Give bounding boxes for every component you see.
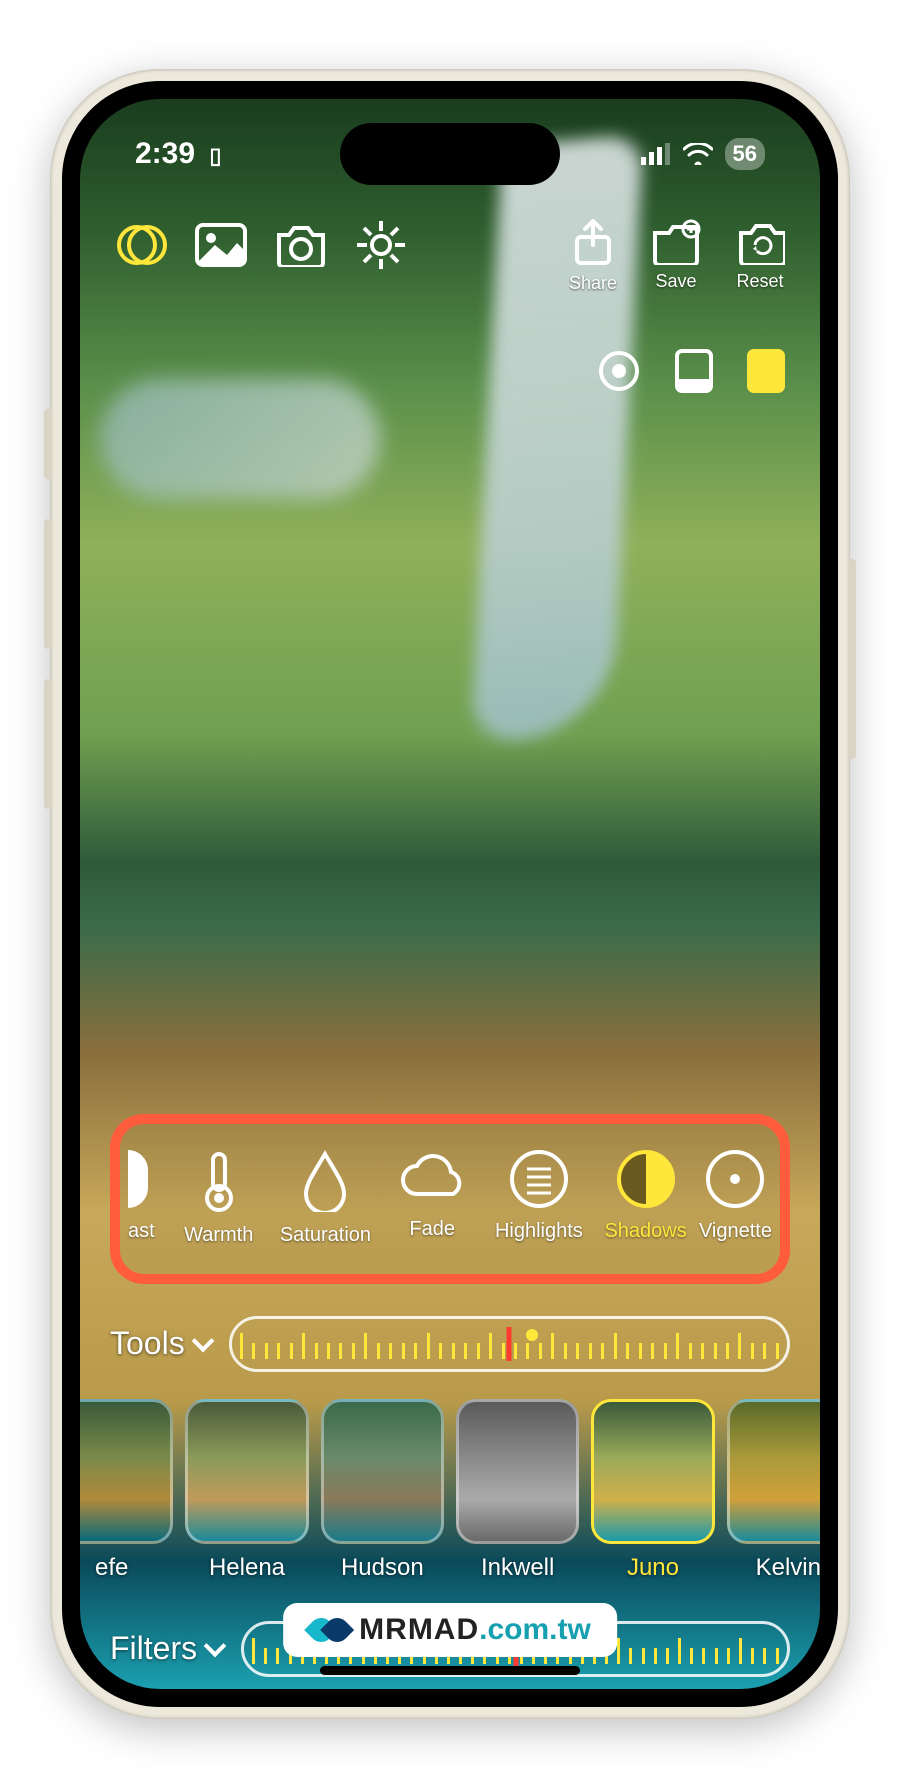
filter-label: Kelvin [756,1554,820,1582]
filter-thumb [80,1399,173,1544]
warmth-label: Warmth [184,1224,253,1247]
save-button[interactable]: Save [651,219,701,294]
adjust-contrast[interactable]: ast [128,1150,165,1247]
contrast-icon [128,1150,148,1208]
phone-frame: 2:39 ▯ 56 [50,69,850,1719]
filter-label: Juno [627,1554,679,1582]
shadows-label: Shadows [604,1220,686,1243]
share-button[interactable]: Share [569,219,617,294]
cloud-icon [397,1150,467,1206]
chevron-down-icon [191,1329,214,1352]
filter-helena[interactable]: Helena [185,1399,308,1599]
top-toolbar-left [115,219,407,271]
tools-label-text: Tools [110,1325,185,1362]
vignette-label: Vignette [699,1220,772,1243]
fade-label: Fade [409,1218,455,1241]
watermark-logo-icon [309,1616,349,1644]
wifi-icon [683,143,713,165]
camera-icon[interactable] [275,223,327,267]
filter-thumb [727,1399,820,1544]
save-label: Save [655,271,696,292]
watermark-suffix: .com.tw [479,1613,591,1646]
privacy-indicator-icon: ▯ [209,143,221,168]
adjust-shadows[interactable]: Shadows [592,1150,699,1247]
status-bar: 2:39 ▯ 56 [80,129,820,179]
adjust-saturation[interactable]: Saturation [272,1150,379,1247]
vignette-icon [706,1150,764,1208]
highlights-icon [510,1150,568,1208]
adjust-fade[interactable]: Fade [379,1150,486,1247]
filter-thumb [456,1399,579,1544]
filter-kelvin[interactable]: Kelvin [727,1399,820,1599]
filter-label: Helena [209,1554,285,1582]
filter-thumb [185,1399,308,1544]
filter-hefe[interactable]: efe [80,1399,173,1599]
filter-label: efe [95,1554,128,1582]
cellular-icon [641,143,671,165]
tools-dropdown[interactable]: Tools [110,1325,211,1362]
filter-inkwell[interactable]: Inkwell [456,1399,579,1599]
view-mode-row [597,349,785,393]
phone-volume-up [44,519,52,649]
watermark-badge: MRMAD.com.tw [283,1603,617,1657]
saturation-label: Saturation [280,1224,371,1247]
thermometer-icon [199,1150,239,1212]
adjust-highlights[interactable]: Highlights [486,1150,593,1247]
shadows-icon [617,1150,675,1208]
highlights-label: Highlights [495,1220,583,1243]
filters-label-text: Filters [110,1630,197,1667]
adjustment-slider[interactable] [229,1316,790,1372]
droplet-icon [300,1150,350,1212]
clock-text: 2:39 [135,137,195,170]
reset-button[interactable]: Reset [735,219,785,294]
adjustments-row[interactable]: ast Warmth Saturation [120,1150,780,1247]
top-toolbar-right: Share Save Reset [569,219,785,294]
reset-label: Reset [736,271,783,292]
split-view-icon[interactable] [675,349,713,393]
share-label: Share [569,273,617,294]
slider-center-mark [507,1327,512,1361]
slider-value-dot [526,1329,538,1341]
filter-juno[interactable]: Juno [591,1399,714,1599]
gallery-icon[interactable] [195,223,247,267]
filter-thumbnails[interactable]: efe Helena Hudson Inkwell Juno [80,1399,820,1599]
filter-hudson[interactable]: Hudson [321,1399,444,1599]
filter-label: Hudson [341,1554,424,1582]
phone-bezel: 2:39 ▯ 56 [62,81,838,1707]
app-logo-icon[interactable] [115,219,167,271]
adjustments-row-highlight: ast Warmth Saturation [110,1114,790,1284]
home-indicator[interactable] [320,1666,580,1675]
battery-text: 56 [733,141,757,167]
battery-indicator: 56 [725,138,765,170]
photo-river-decor-2 [100,379,380,499]
screen: 2:39 ▯ 56 [80,99,820,1689]
filter-thumb [321,1399,444,1544]
adjust-warmth[interactable]: Warmth [165,1150,272,1247]
filters-dropdown[interactable]: Filters [110,1630,223,1667]
status-right: 56 [641,138,765,170]
watermark-brand: MRMAD [359,1613,479,1646]
filter-thumb [591,1399,714,1544]
contrast-label: ast [128,1220,155,1243]
status-time: 2:39 ▯ [135,137,222,171]
full-view-icon[interactable] [747,349,785,393]
gear-icon[interactable] [355,219,407,271]
phone-volume-down [44,679,52,809]
adjust-vignette[interactable]: Vignette [699,1150,772,1247]
tools-row: Tools [110,1309,790,1379]
preview-eye-icon[interactable] [597,349,641,393]
filter-label: Inkwell [481,1554,554,1582]
top-toolbar: Share Save Reset [115,219,785,294]
phone-side-button [44,409,52,479]
phone-power-button [848,559,856,759]
chevron-down-icon [204,1634,227,1657]
